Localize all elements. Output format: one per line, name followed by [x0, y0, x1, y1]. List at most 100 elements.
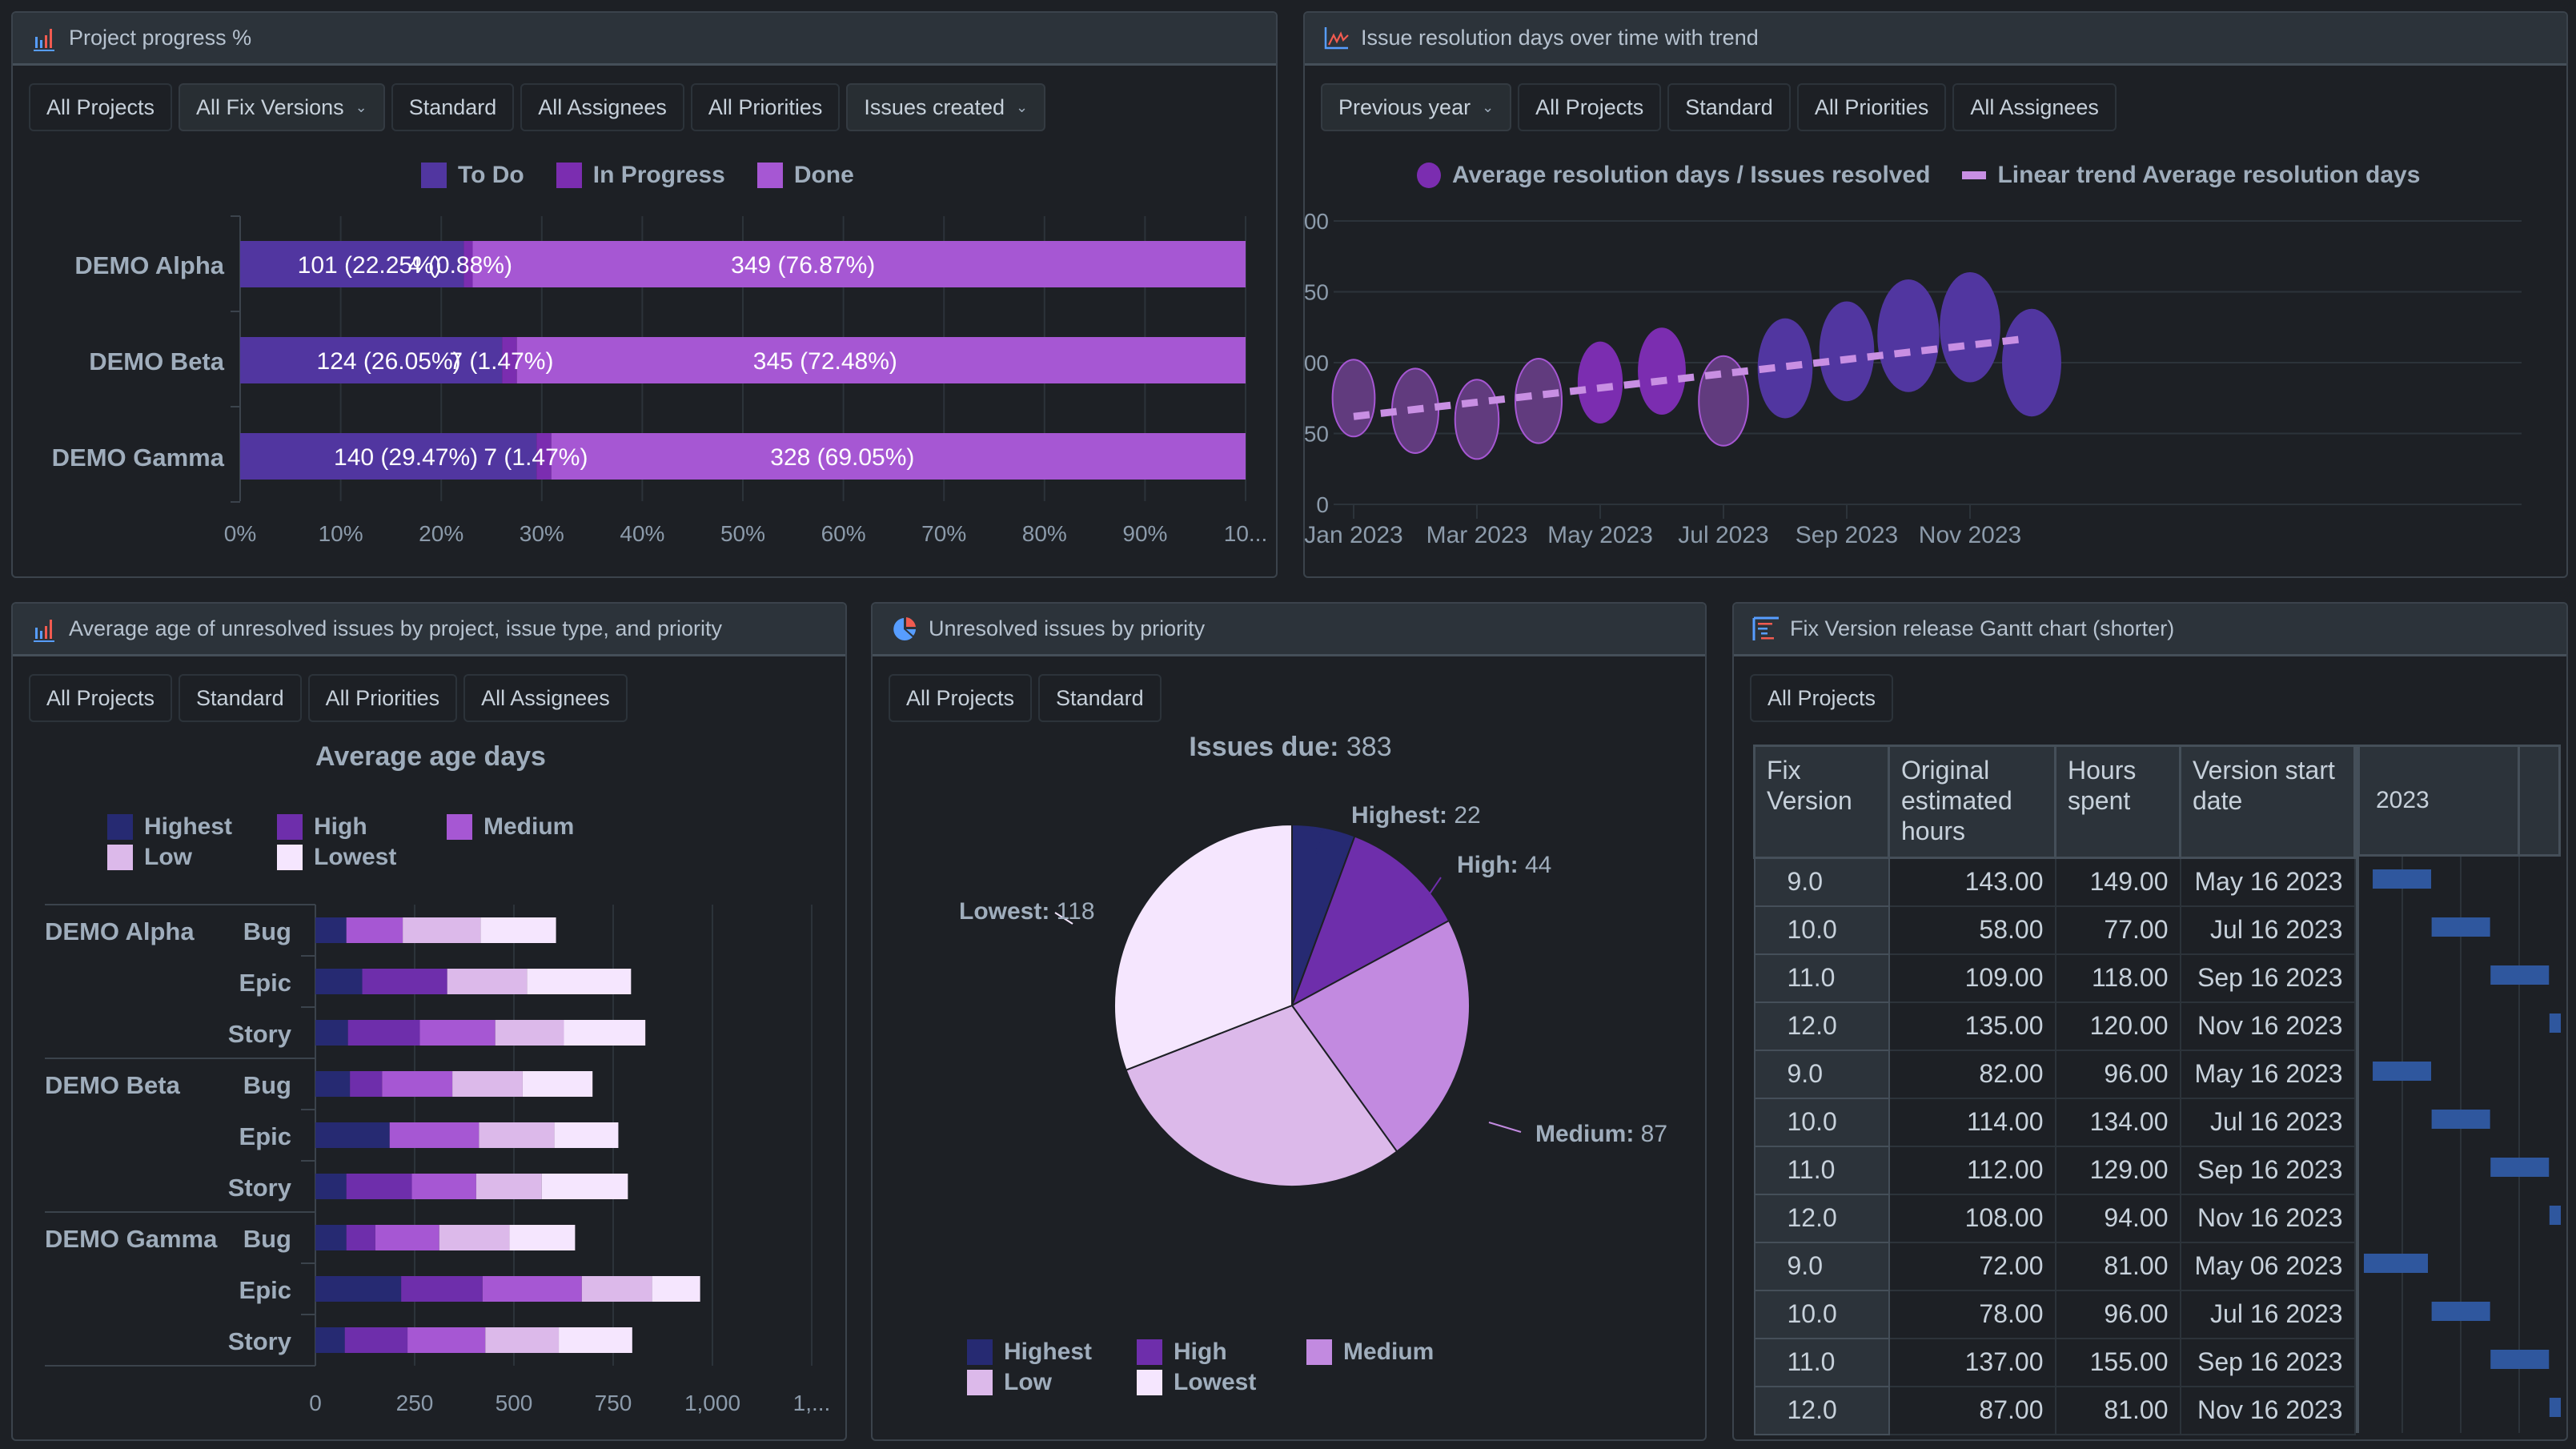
bar-segment-lowest[interactable] — [509, 1225, 576, 1250]
gantt-row[interactable]: 9.0 143.00 149.00 May 16 2023 — [1753, 857, 2356, 907]
bar-segment-medium[interactable] — [482, 1276, 582, 1302]
col-header-hours-spent[interactable]: Hours spent — [2054, 745, 2181, 859]
gantt-row[interactable]: 12.0 108.00 94.00 Nov 16 2023 — [1753, 1193, 2356, 1243]
bar-segment-highest[interactable] — [315, 969, 363, 994]
gantt-bar[interactable] — [2373, 869, 2432, 889]
bar-segment-medium[interactable] — [382, 1071, 453, 1097]
bar-segment-high[interactable] — [346, 1225, 375, 1250]
legend-item-avg-resolution[interactable]: Average resolution days / Issues resolve… — [1417, 162, 1930, 189]
filter-all-priorities-button[interactable]: All Priorities — [690, 83, 841, 131]
gantt-row[interactable]: 11.0 137.00 155.00 Sep 16 2023 — [1753, 1337, 2356, 1387]
filter-standard-button[interactable]: Standard — [179, 674, 302, 722]
gantt-bar[interactable] — [2431, 1110, 2490, 1129]
gantt-row[interactable]: 10.0 58.00 77.00 Jul 16 2023 — [1753, 905, 2356, 955]
bar-segment-high[interactable] — [350, 1071, 383, 1097]
filter-all-projects-button[interactable]: All Projects — [889, 674, 1033, 722]
bubble-jan-2023[interactable] — [1331, 359, 1376, 438]
filter-all-projects-button[interactable]: All Projects — [1750, 674, 1894, 722]
gantt-bar[interactable] — [2490, 1350, 2550, 1369]
gantt-row[interactable]: 10.0 78.00 96.00 Jul 16 2023 — [1753, 1289, 2356, 1339]
filter-all-assignees-button[interactable]: All Assignees — [463, 674, 628, 722]
gantt-row[interactable]: 9.0 82.00 96.00 May 16 2023 — [1753, 1049, 2356, 1099]
bubble-oct-2023[interactable] — [1877, 279, 1940, 392]
bar-segment-highest[interactable] — [315, 1122, 390, 1148]
legend-item-done[interactable]: Done — [756, 162, 854, 189]
gantt-bar[interactable] — [2431, 1302, 2490, 1321]
col-header-estimated-hours[interactable]: Original estimated hours — [1888, 745, 2056, 859]
legend-item-in-progress[interactable]: In Progress — [556, 162, 725, 189]
bar-segment-low[interactable] — [479, 1122, 555, 1148]
filter-all-projects-button[interactable]: All Projects — [29, 83, 173, 131]
bar-segment-low[interactable] — [581, 1276, 652, 1302]
bar-segment-medium[interactable] — [407, 1327, 486, 1353]
legend-item-high[interactable]: High — [277, 813, 447, 841]
filter-all-assignees-button[interactable]: All Assignees — [520, 83, 684, 131]
legend-item-high[interactable]: High — [1137, 1339, 1306, 1366]
bar-segment-low[interactable] — [475, 1174, 542, 1199]
bar-segment-lowest[interactable] — [652, 1276, 700, 1302]
bar-segment-high[interactable] — [344, 1327, 408, 1353]
filter-all-projects-button[interactable]: All Projects — [1518, 83, 1662, 131]
bar-segment-lowest[interactable] — [541, 1174, 628, 1199]
filter-standard-button[interactable]: Standard — [1667, 83, 1791, 131]
filter-standard-button[interactable]: Standard — [391, 83, 515, 131]
legend-item-low[interactable]: Low — [107, 844, 277, 871]
gantt-row[interactable]: 12.0 87.00 81.00 Nov 16 2023 — [1753, 1385, 2356, 1435]
legend-item-low[interactable]: Low — [967, 1369, 1137, 1396]
gantt-row[interactable]: 11.0 112.00 129.00 Sep 16 2023 — [1753, 1145, 2356, 1195]
legend-item-todo[interactable]: To Do — [421, 162, 524, 189]
gantt-bar[interactable] — [2364, 1254, 2428, 1273]
bar-segment-high[interactable] — [362, 969, 447, 994]
bar-segment-lowest[interactable] — [522, 1071, 593, 1097]
gantt-row[interactable]: 11.0 109.00 118.00 Sep 16 2023 — [1753, 953, 2356, 1003]
bar-segment-low[interactable] — [495, 1020, 564, 1046]
bar-segment-highest[interactable] — [315, 1174, 347, 1199]
bar-segment-lowest[interactable] — [527, 969, 632, 994]
bar-segment-medium[interactable] — [419, 1020, 496, 1046]
bubble-nov-2023[interactable] — [1940, 271, 2000, 383]
bubble-may-2023[interactable] — [1577, 341, 1623, 423]
bar-segment-high[interactable] — [401, 1276, 483, 1302]
filter-all-assignees-button[interactable]: All Assignees — [1952, 83, 2117, 131]
bar-segment-low[interactable] — [447, 969, 528, 994]
gantt-bar[interactable] — [2549, 1206, 2561, 1225]
bar-segment-lowest[interactable] — [564, 1020, 646, 1046]
legend-item-lowest[interactable]: Lowest — [1137, 1369, 1306, 1396]
bubble-apr-2023[interactable] — [1514, 357, 1563, 444]
legend-item-lowest[interactable]: Lowest — [277, 844, 447, 871]
filter-issues-created-button[interactable]: Issues created ⌄ — [846, 83, 1046, 131]
bar-segment-medium[interactable] — [375, 1225, 439, 1250]
legend-item-linear-trend[interactable]: Linear trend Average resolution days — [1962, 162, 2420, 189]
bar-segment-highest[interactable] — [315, 1327, 345, 1353]
gantt-bar[interactable] — [2490, 965, 2550, 985]
bar-segment-highest[interactable] — [315, 1225, 347, 1250]
bar-segment-medium[interactable] — [389, 1122, 479, 1148]
bar-segment-lowest[interactable] — [559, 1327, 632, 1353]
filter-previous-year-button[interactable]: Previous year ⌄ — [1321, 83, 1512, 131]
filter-all-fix-versions-button[interactable]: All Fix Versions ⌄ — [179, 83, 385, 131]
bar-segment-medium[interactable] — [346, 917, 403, 943]
filter-all-projects-button[interactable]: All Projects — [29, 674, 173, 722]
filter-all-priorities-button[interactable]: All Priorities — [1796, 83, 1947, 131]
bar-segment-low[interactable] — [439, 1225, 510, 1250]
legend-item-medium[interactable]: Medium — [447, 813, 616, 841]
bar-segment-highest[interactable] — [315, 1276, 402, 1302]
gantt-bar[interactable] — [2490, 1158, 2550, 1177]
legend-item-highest[interactable]: Highest — [107, 813, 277, 841]
gantt-bar[interactable] — [2549, 1013, 2561, 1033]
bar-segment-high[interactable] — [346, 1174, 412, 1199]
bar-segment-lowest[interactable] — [480, 917, 556, 943]
bar-segment-high[interactable] — [347, 1020, 420, 1046]
bubble-mar-2023[interactable] — [1454, 379, 1500, 460]
bar-segment-medium[interactable] — [411, 1174, 476, 1199]
bubble-jun-2023[interactable] — [1638, 327, 1686, 415]
gantt-row[interactable]: 10.0 114.00 134.00 Jul 16 2023 — [1753, 1097, 2356, 1147]
bubble-sep-2023[interactable] — [1819, 301, 1875, 402]
filter-all-priorities-button[interactable]: All Priorities — [307, 674, 458, 722]
gantt-bar[interactable] — [2373, 1062, 2432, 1081]
bubble-dec-2023[interactable] — [2002, 308, 2061, 417]
bar-segment-low[interactable] — [485, 1327, 560, 1353]
bar-segment-lowest[interactable] — [554, 1122, 619, 1148]
gantt-bar[interactable] — [2431, 917, 2490, 937]
filter-standard-button[interactable]: Standard — [1038, 674, 1162, 722]
